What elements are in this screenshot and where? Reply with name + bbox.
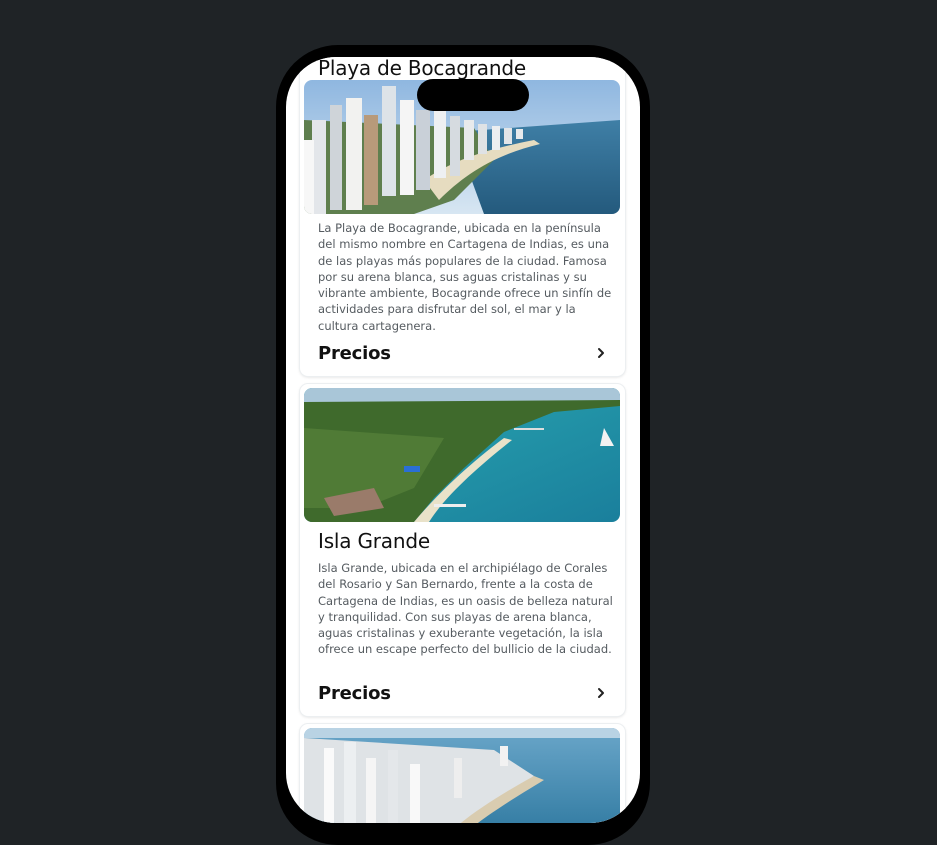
prices-label: Precios	[318, 342, 391, 364]
card-image-isla-grande	[304, 388, 620, 522]
prices-link[interactable]: Precios	[318, 681, 608, 705]
destination-card-isla-grande[interactable]: Isla Grande Isla Grande, ubicada en el a…	[300, 384, 625, 716]
destination-list[interactable]: Playa de Bocagrande La Playa de Bocagran…	[286, 57, 640, 823]
card-description: La Playa de Bocagrande, ubicada en la pe…	[318, 221, 612, 333]
prices-label: Precios	[318, 682, 391, 704]
phone-frame: Playa de Bocagrande La Playa de Bocagran…	[276, 45, 650, 845]
chevron-right-icon	[598, 688, 604, 698]
card-title: Playa de Bocagrande	[318, 57, 526, 80]
card-description: Isla Grande, ubicada en el archipiélago …	[318, 561, 613, 657]
chevron-right-icon	[598, 348, 604, 358]
destination-card-partial[interactable]	[300, 724, 625, 823]
card-image-cartagena-aerial	[304, 728, 620, 823]
card-title: Isla Grande	[318, 529, 430, 553]
phone-screen: Playa de Bocagrande La Playa de Bocagran…	[286, 57, 640, 823]
dynamic-island	[417, 79, 529, 111]
prices-link[interactable]: Precios	[318, 341, 608, 365]
